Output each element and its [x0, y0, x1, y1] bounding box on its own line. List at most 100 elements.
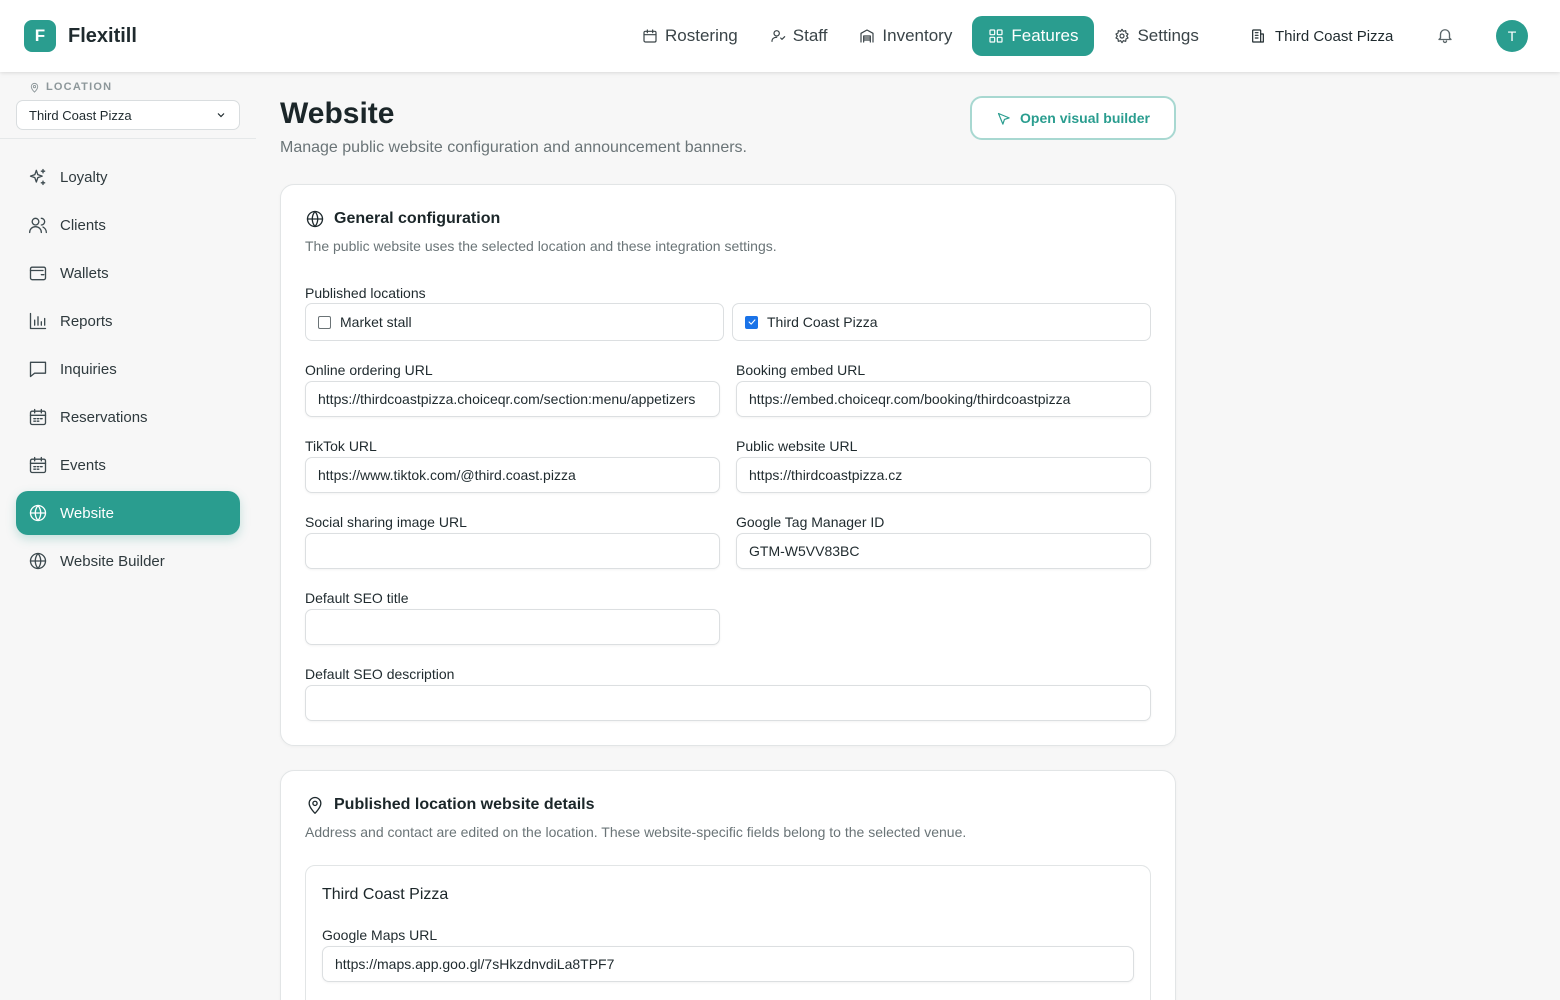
- card-description: The public website uses the selected loc…: [305, 238, 777, 254]
- booking-embed-url-label: Booking embed URL: [736, 362, 866, 378]
- tiktok-url-label: TikTok URL: [305, 438, 377, 454]
- grid-icon: [989, 29, 1003, 43]
- nav-features-label: Features: [1011, 26, 1079, 45]
- sidebar-item-reports[interactable]: Reports: [16, 299, 240, 343]
- published-locations-label: Published locations: [305, 285, 426, 301]
- checkbox-label: Market stall: [340, 314, 412, 330]
- main-nav: Rostering Staff Inventory Features Setti…: [630, 16, 1219, 56]
- calendar-icon: [643, 29, 657, 43]
- nav-settings-label: Settings: [1137, 26, 1199, 45]
- sidebar-item-label: Wallets: [60, 264, 109, 282]
- default-seo-description-input[interactable]: [305, 685, 1151, 721]
- sidebar-item-reservations[interactable]: Reservations: [16, 395, 240, 439]
- location-select[interactable]: Third Coast Pizza: [16, 100, 240, 130]
- venue-card: Third Coast Pizza Google Maps URL: [305, 865, 1151, 1000]
- bar-chart-icon: [29, 312, 47, 330]
- nav-features[interactable]: Features: [972, 16, 1095, 56]
- cursor-icon: [997, 112, 1010, 125]
- default-seo-description-label: Default SEO description: [305, 666, 455, 682]
- sidebar-item-website[interactable]: Website: [16, 491, 240, 535]
- sidebar: LOCATION Third Coast Pizza Loyalty Clien…: [0, 72, 256, 1000]
- check-icon: [748, 319, 755, 325]
- building-icon: [1252, 29, 1264, 43]
- sidebar-item-label: Website: [60, 504, 114, 522]
- booking-embed-url-input[interactable]: [736, 381, 1151, 417]
- top-bar: F Flexitill Rostering Staff Inventory Fe…: [0, 0, 1560, 72]
- map-pin-icon: [308, 796, 322, 814]
- sidebar-item-events[interactable]: Events: [16, 443, 240, 487]
- sidebar-item-loyalty[interactable]: Loyalty: [16, 155, 240, 199]
- location-switcher-label: Third Coast Pizza: [1275, 27, 1394, 45]
- online-ordering-url-label: Online ordering URL: [305, 362, 433, 378]
- published-location-header: Published location website details: [305, 795, 595, 815]
- social-sharing-image-url-label: Social sharing image URL: [305, 514, 467, 530]
- checkbox[interactable]: [745, 315, 758, 329]
- brand-logo: F: [24, 20, 56, 52]
- globe-icon: [29, 504, 47, 522]
- map-pin-icon: [30, 82, 39, 93]
- location-checkbox-market-stall[interactable]: Market stall: [305, 303, 724, 341]
- message-icon: [29, 361, 47, 378]
- nav-rostering[interactable]: Rostering: [630, 16, 750, 56]
- location-label: LOCATION: [29, 81, 112, 93]
- open-visual-builder-button[interactable]: Open visual builder: [970, 96, 1176, 140]
- nav-inventory[interactable]: Inventory: [847, 16, 964, 56]
- calendar-icon: [29, 408, 47, 426]
- sidebar-item-label: Inquiries: [60, 360, 117, 378]
- sparkles-icon: [29, 168, 46, 186]
- location-checkbox-third-coast-pizza[interactable]: Third Coast Pizza: [732, 303, 1151, 341]
- brand[interactable]: F Flexitill: [24, 20, 137, 52]
- bell-icon: [1438, 29, 1452, 44]
- google-tag-manager-id-input[interactable]: [736, 533, 1151, 569]
- staff-icon: [771, 30, 786, 42]
- calendar-icon: [29, 456, 47, 474]
- location-switcher[interactable]: Third Coast Pizza: [1250, 16, 1393, 56]
- nav-inventory-label: Inventory: [882, 26, 953, 45]
- sidebar-item-label: Events: [60, 456, 106, 474]
- nav-staff-label: Staff: [792, 26, 828, 45]
- sidebar-item-clients[interactable]: Clients: [16, 203, 240, 247]
- users-icon: [29, 217, 47, 234]
- sidebar-item-label: Reservations: [60, 408, 148, 426]
- brand-name: Flexitill: [68, 24, 137, 47]
- online-ordering-url-input[interactable]: [305, 381, 720, 417]
- card-title: General configuration: [334, 210, 501, 227]
- general-configuration-header: General configuration: [305, 209, 500, 229]
- google-maps-url-label: Google Maps URL: [322, 927, 438, 943]
- google-tag-manager-id-label: Google Tag Manager ID: [736, 514, 885, 530]
- sidebar-item-label: Clients: [60, 216, 106, 234]
- sidebar-divider: [0, 138, 256, 139]
- nav-staff[interactable]: Staff: [758, 16, 840, 56]
- avatar[interactable]: T: [1496, 20, 1528, 52]
- notifications-button[interactable]: [1436, 26, 1456, 46]
- checkbox[interactable]: [318, 315, 331, 329]
- page-subtitle: Manage public website configuration and …: [280, 139, 747, 156]
- nav-settings[interactable]: Settings: [1102, 16, 1210, 56]
- sidebar-item-label: Reports: [60, 312, 113, 330]
- chevron-down-icon: [217, 113, 225, 118]
- venue-name: Third Coast Pizza: [322, 886, 449, 903]
- sidebar-item-label: Loyalty: [60, 168, 108, 186]
- public-website-url-label: Public website URL: [736, 438, 858, 454]
- sidebar-item-wallets[interactable]: Wallets: [16, 251, 240, 295]
- open-visual-builder-label: Open visual builder: [1020, 110, 1150, 126]
- globe-icon: [306, 210, 324, 228]
- tiktok-url-input[interactable]: [305, 457, 720, 493]
- sidebar-item-label: Website Builder: [60, 552, 165, 570]
- general-configuration-card: General configuration The public website…: [280, 184, 1176, 746]
- page-title: Website: [280, 97, 395, 130]
- google-maps-url-input[interactable]: [322, 946, 1134, 982]
- default-seo-title-label: Default SEO title: [305, 590, 409, 606]
- nav-rostering-label: Rostering: [665, 26, 738, 45]
- public-website-url-input[interactable]: [736, 457, 1151, 493]
- globe-icon: [29, 552, 47, 570]
- published-location-details-card: Published location website details Addre…: [280, 770, 1176, 1000]
- wallet-icon: [29, 266, 47, 281]
- sidebar-item-inquiries[interactable]: Inquiries: [16, 347, 240, 391]
- card-description: Address and contact are edited on the lo…: [305, 824, 967, 840]
- inventory-icon: [860, 29, 875, 43]
- default-seo-title-input[interactable]: [305, 609, 720, 645]
- sidebar-item-website-builder[interactable]: Website Builder: [16, 539, 240, 583]
- gear-icon: [1115, 28, 1130, 44]
- social-sharing-image-url-input[interactable]: [305, 533, 720, 569]
